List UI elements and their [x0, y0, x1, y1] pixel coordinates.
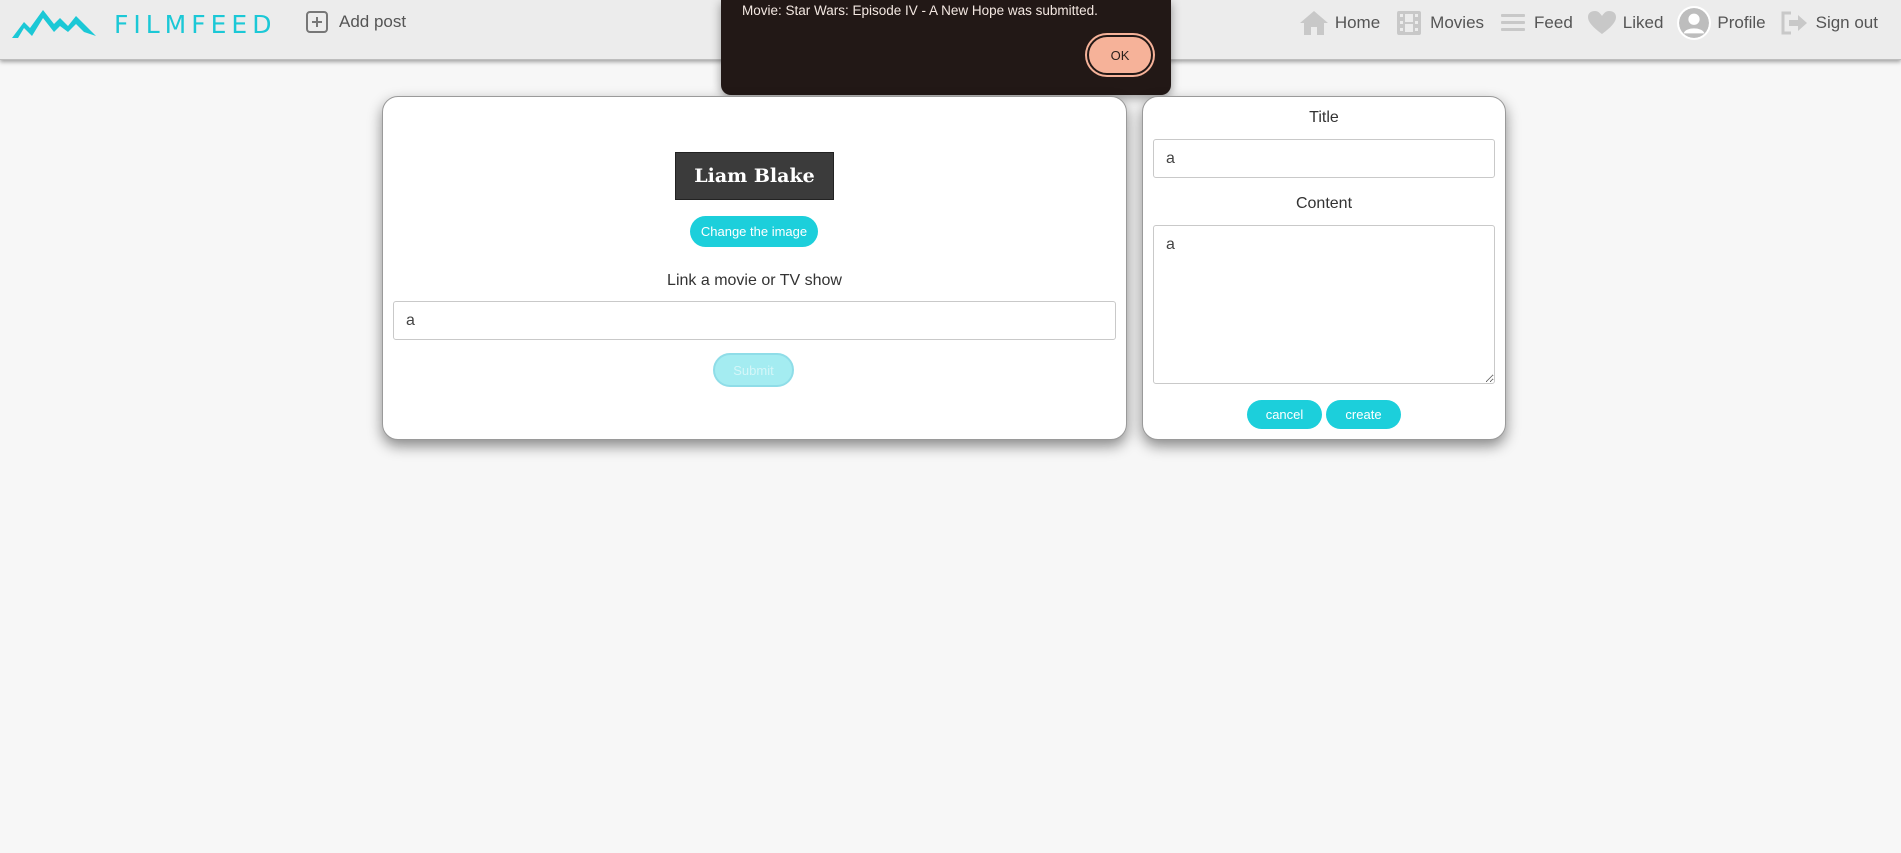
heart-icon: [1587, 11, 1616, 34]
nav-sign-out-label: Sign out: [1815, 13, 1878, 32]
nav-liked[interactable]: Liked: [1587, 8, 1664, 38]
alert-ok-button[interactable]: OK: [1087, 35, 1153, 75]
nav-home[interactable]: Home: [1299, 8, 1380, 38]
title-label: Title: [1309, 109, 1339, 126]
post-form-card: Title Content a cancel create: [1142, 96, 1506, 440]
sign-out-icon: [1781, 11, 1807, 35]
create-button[interactable]: create: [1326, 400, 1401, 429]
brand-logo[interactable]: FILMFEED: [10, 2, 276, 46]
cancel-button[interactable]: cancel: [1247, 400, 1322, 429]
nav-profile-label: Profile: [1717, 13, 1766, 32]
nav-profile[interactable]: Profile: [1677, 6, 1766, 40]
nav-home-label: Home: [1334, 13, 1381, 32]
home-icon: [1299, 11, 1328, 35]
film-icon: [1397, 11, 1422, 35]
mountain-logo-icon: [12, 10, 96, 38]
nav-sign-out[interactable]: Sign out: [1780, 8, 1878, 38]
user-icon: [1679, 8, 1710, 38]
plus-square-icon: [306, 11, 328, 33]
title-input[interactable]: [1153, 139, 1495, 178]
nav-movies-label: Movies: [1430, 13, 1485, 32]
add-post-label: Add post: [339, 12, 407, 31]
submit-button[interactable]: Submit: [713, 353, 794, 387]
brand-name: FILMFEED: [114, 9, 277, 39]
feed-icon: [1501, 14, 1526, 31]
link-movie-label: Link a movie or TV show: [667, 272, 842, 289]
main-nav: Home Movies Feed Liked Profile Sign out: [1299, 6, 1878, 40]
content-label: Content: [1295, 195, 1353, 212]
nav-movies[interactable]: Movies: [1394, 8, 1484, 38]
profile-name: Liam Blake: [675, 152, 834, 200]
nav-feed[interactable]: Feed: [1498, 8, 1573, 38]
content-textarea[interactable]: a: [1153, 225, 1495, 384]
nav-feed-label: Feed: [1534, 13, 1573, 32]
avatar: [1677, 6, 1712, 40]
alert-message: Movie: Star Wars: Episode IV - A New Hop…: [742, 3, 1098, 18]
change-image-button[interactable]: Change the image: [690, 216, 818, 247]
add-post-button[interactable]: Add post: [305, 10, 406, 34]
profile-card: Liam Blake Change the image Link a movie…: [382, 96, 1127, 440]
submission-alert: Movie: Star Wars: Episode IV - A New Hop…: [721, 0, 1171, 95]
nav-liked-label: Liked: [1622, 13, 1664, 32]
link-movie-input[interactable]: [393, 301, 1116, 340]
